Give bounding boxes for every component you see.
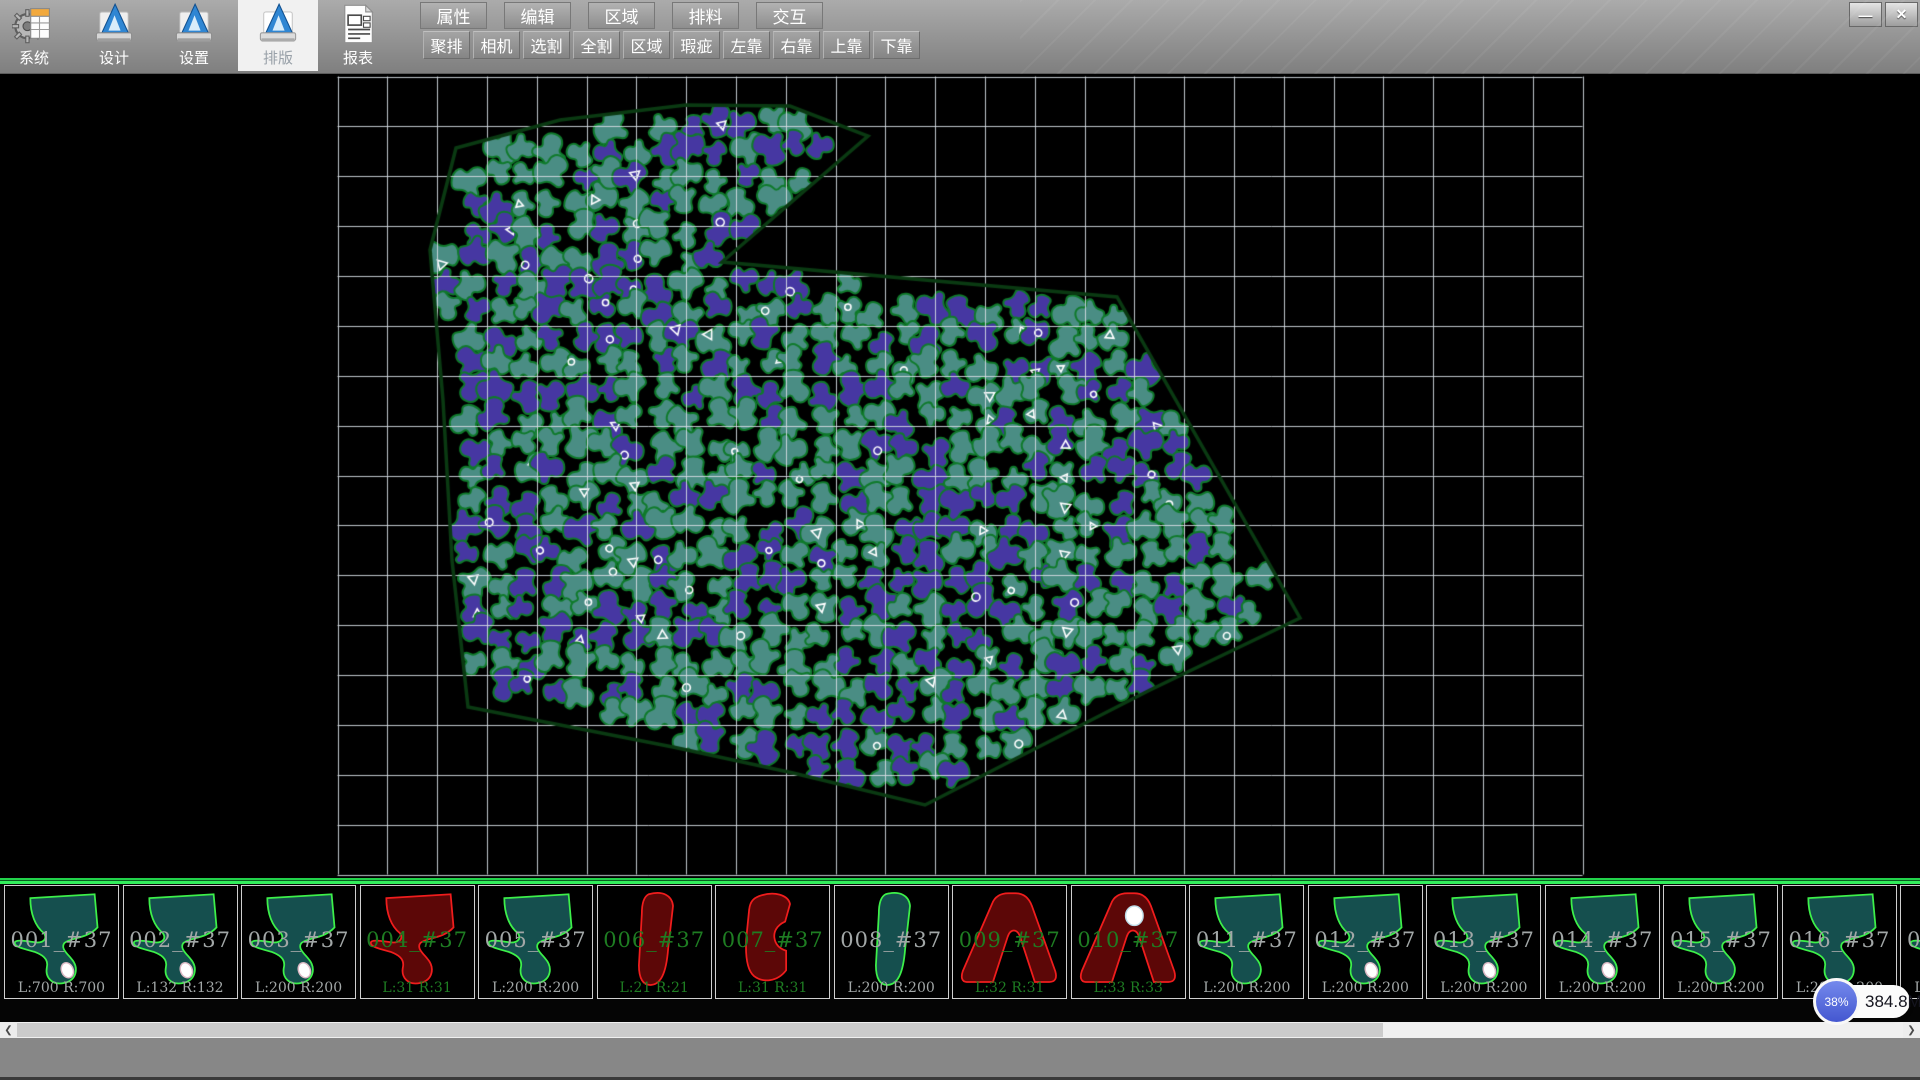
progress-circle: 38% [1813, 978, 1860, 1025]
part-id-label: 008_#37 [835, 928, 948, 952]
status-bar [0, 1038, 1920, 1080]
part-tile[interactable]: 006_#37 L:21 R:21 [597, 885, 712, 999]
parts-film-strip: 001_#37L:700 R:700002_#37L:132 R:132003_… [0, 884, 1920, 1022]
part-id-label: 002_#37 [124, 928, 237, 952]
part-tile[interactable]: 010_#37 L:33 R:33 [1071, 885, 1186, 999]
part-tile[interactable]: 017_#37L:200 R:200 [1900, 885, 1920, 999]
part-counts-label: L:31 R:31 [716, 980, 829, 996]
part-counts-label: L:200 R:200 [1190, 980, 1303, 996]
tool-button-9[interactable]: 上靠 [823, 31, 870, 59]
toolbar-label-report: 报表 [343, 47, 373, 68]
menu-row-secondary: 聚排相机选割全割区域瑕疵左靠右靠上靠下靠 [423, 31, 920, 59]
part-counts-label: L:200 R:200 [1427, 980, 1540, 996]
toolbar-label-system: 系统 [19, 47, 49, 68]
tool-button-8[interactable]: 右靠 [773, 31, 820, 59]
part-counts-label: L:21 R:21 [598, 980, 711, 996]
part-tile[interactable]: 008_#37 L:200 R:200 [834, 885, 949, 999]
minimize-button[interactable]: — [1849, 2, 1882, 27]
menu-item-4[interactable]: 排料 [672, 2, 739, 29]
tool-button-1[interactable]: 聚排 [423, 31, 470, 59]
tool-button-10[interactable]: 下靠 [873, 31, 920, 59]
triangle-ruler-icon [256, 2, 300, 46]
toolbar-button-report[interactable]: 报表 [326, 0, 390, 71]
part-tile[interactable]: 009_#37 L:32 R:31 [952, 885, 1067, 999]
toolbar-button-settings[interactable]: 设置 [162, 0, 226, 71]
part-id-label: 013_#37 [1427, 928, 1540, 952]
toolbar-button-system[interactable]: 系统 [2, 0, 66, 71]
toolbar-button-layout[interactable]: 排版 [238, 0, 318, 71]
toolbar-label-settings: 设置 [179, 47, 209, 68]
part-tile[interactable]: 014_#37 L:200 R:200 [1545, 885, 1660, 999]
part-tile[interactable]: 001_#37 L:700 R:700 [4, 885, 119, 999]
part-id-label: 010_#37 [1072, 928, 1185, 952]
menu-item-3[interactable]: 区域 [588, 2, 655, 29]
part-counts-label: L:200 R:200 [242, 980, 355, 996]
part-id-label: 009_#37 [953, 928, 1066, 952]
tool-button-3[interactable]: 选割 [523, 31, 570, 59]
part-id-label: 003_#37 [242, 928, 355, 952]
tool-button-6[interactable]: 瑕疵 [673, 31, 720, 59]
part-counts-label: L:200 R:200 [1546, 980, 1659, 996]
part-id-label: 005_#37 [479, 928, 592, 952]
part-counts-label: L:200 R:200 [479, 980, 592, 996]
nesting-canvas[interactable] [0, 74, 1920, 878]
scroll-right-arrow-icon[interactable]: ❯ [1903, 1022, 1920, 1038]
part-id-label: 006_#37 [598, 928, 711, 952]
toolbar-label-design: 设计 [99, 47, 129, 68]
tool-button-7[interactable]: 左靠 [723, 31, 770, 59]
part-tile[interactable]: 002_#37 L:132 R:132 [123, 885, 238, 999]
menu-item-5[interactable]: 交互 [756, 2, 823, 29]
part-id-label: 007_#37 [716, 928, 829, 952]
system-gear-icon [12, 2, 56, 46]
part-tile[interactable]: 012_#37 L:200 R:200 [1308, 885, 1423, 999]
part-counts-label: L:31 R:31 [361, 980, 474, 996]
titlebar-toolbar: 系统 设计 设置 排版 [0, 0, 1920, 74]
part-counts-label: L:32 R:31 [953, 980, 1066, 996]
minimize-icon: — [1859, 7, 1873, 23]
scroll-left-arrow-icon[interactable]: ❮ [0, 1022, 17, 1038]
triangle-ruler-icon [92, 2, 136, 46]
menu-item-1[interactable]: 属性 [420, 2, 487, 29]
part-id-label: 012_#37 [1309, 928, 1422, 952]
part-tile[interactable]: 004_#37 L:31 R:31 [360, 885, 475, 999]
part-tile[interactable]: 005_#37 L:200 R:200 [478, 885, 593, 999]
menu-item-2[interactable]: 编辑 [504, 2, 571, 29]
scrollbar-thumb[interactable] [17, 1023, 1383, 1037]
part-tile[interactable]: 015_#37 L:200 R:200 [1663, 885, 1778, 999]
report-doc-icon [336, 2, 380, 46]
part-id-label: 004_#37 [361, 928, 474, 952]
part-counts-label: L:200 R:200 [1309, 980, 1422, 996]
menu-row-primary: 属性编辑区域排料交互 [420, 2, 823, 29]
part-tile[interactable]: 013_#37 L:200 R:200 [1426, 885, 1541, 999]
toolbar-label-layout: 排版 [263, 47, 293, 68]
triangle-ruler-icon [172, 2, 216, 46]
part-tile[interactable]: 003_#37 L:200 R:200 [241, 885, 356, 999]
part-counts-label: L:700 R:700 [5, 980, 118, 996]
part-id-label: 001_#37 [5, 928, 118, 952]
part-id-label: 015_#37 [1664, 928, 1777, 952]
tool-button-5[interactable]: 区域 [623, 31, 670, 59]
part-id-label: 011_#37 [1190, 928, 1303, 952]
part-counts-label: L:200 R:200 [1664, 980, 1777, 996]
close-button[interactable]: ✕ [1885, 2, 1918, 27]
part-id-label: 014_#37 [1546, 928, 1659, 952]
part-counts-label: L:33 R:33 [1072, 980, 1185, 996]
toolbar-button-design[interactable]: 设计 [82, 0, 146, 71]
part-tile[interactable]: 011_#37 L:200 R:200 [1189, 885, 1304, 999]
part-counts-label: L:200 R:200 [835, 980, 948, 996]
progress-percent: 38% [1824, 995, 1848, 1009]
tool-button-2[interactable]: 相机 [473, 31, 520, 59]
close-icon: ✕ [1896, 6, 1908, 23]
part-tile[interactable]: 007_#37 L:31 R:31 [715, 885, 830, 999]
progress-badge: 38% 384.8M [1818, 985, 1910, 1018]
horizontal-scrollbar[interactable]: ❮ ❯ [0, 1022, 1920, 1038]
part-id-label: 016_#37 [1783, 928, 1896, 952]
part-id-label: 017_#37 [1901, 928, 1920, 952]
part-counts-label: L:132 R:132 [124, 980, 237, 996]
window-controls: — ✕ [1849, 2, 1918, 27]
tool-button-4[interactable]: 全割 [573, 31, 620, 59]
progress-size-label: 384.8M [1865, 985, 1920, 1018]
